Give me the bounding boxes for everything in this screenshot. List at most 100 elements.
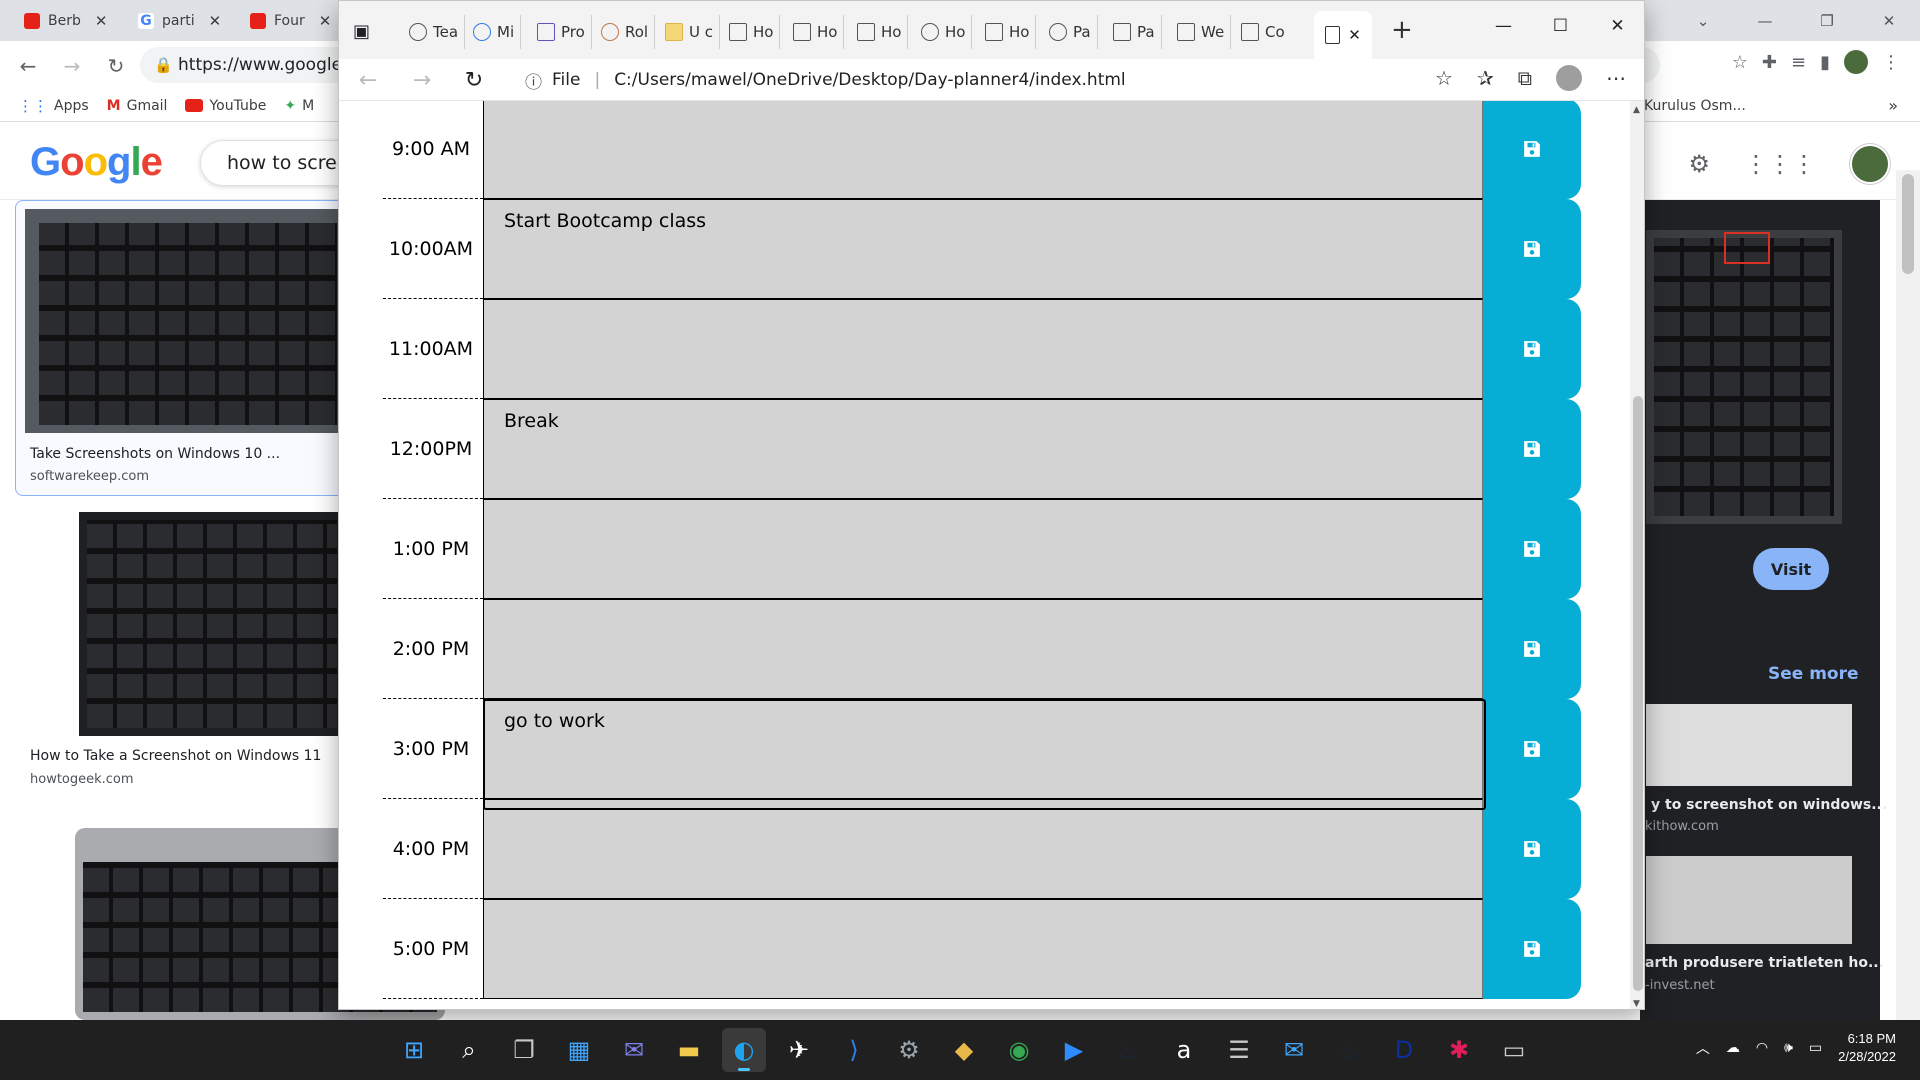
event-textarea[interactable] [483, 799, 1483, 899]
chrome-tab[interactable]: Berb ✕ [14, 8, 107, 34]
related-title[interactable]: arth produsere triatleten ho... [1645, 955, 1884, 971]
profile-avatar[interactable] [1844, 50, 1868, 74]
save-button[interactable] [1483, 499, 1581, 599]
settings-icon[interactable]: ⚙ [887, 1028, 931, 1072]
chrome-tab[interactable]: G parti ✕ [128, 8, 221, 34]
close-icon[interactable]: ✕ [319, 12, 332, 30]
star-icon[interactable]: ☆ [1732, 52, 1748, 73]
close-icon[interactable]: ✕ [209, 12, 222, 30]
forward-arrow-icon[interactable]: → [407, 65, 437, 95]
save-button[interactable] [1483, 101, 1581, 199]
related-thumbnail[interactable] [1646, 704, 1852, 786]
favorites-icon[interactable]: ✰ [1477, 66, 1494, 90]
result-title[interactable]: Take Screenshots on Windows 10 ... [30, 446, 280, 462]
bookmark-gmail[interactable]: M Gmail [107, 98, 168, 114]
edge-tab[interactable]: Mi [467, 15, 522, 49]
chrome-icon[interactable]: ◉ [997, 1028, 1041, 1072]
sidepanel-icon[interactable]: ▮ [1820, 52, 1830, 73]
file-explorer-icon[interactable]: ▬ [667, 1028, 711, 1072]
widgets-icon[interactable]: ▦ [557, 1028, 601, 1072]
chevron-down-icon[interactable]: ⌄ [1672, 0, 1734, 41]
reload-icon[interactable]: ↻ [98, 48, 134, 84]
save-button[interactable] [1483, 799, 1581, 899]
edge-tab[interactable]: Co [1235, 15, 1291, 49]
clock[interactable]: 6:18 PM 2/28/2022 [1838, 1030, 1896, 1066]
add-favorite-icon[interactable]: ☆ [1435, 66, 1453, 90]
edge-tab[interactable]: Rol [595, 15, 656, 49]
git-icon[interactable]: ◆ [942, 1028, 986, 1072]
more-menu-icon[interactable]: ⋯ [1606, 66, 1626, 90]
see-more-link[interactable]: See more [1768, 664, 1859, 684]
event-textarea[interactable]: Break [483, 399, 1483, 499]
battery-icon[interactable]: ▭ [1809, 1040, 1822, 1056]
apps-grid-icon[interactable]: ⋮⋮⋮ [1744, 150, 1816, 178]
collections-icon[interactable]: ⧉ [1518, 66, 1532, 90]
address-bar[interactable]: ⓘ File | C:/Users/mawel/OneDrive/Desktop… [525, 65, 1225, 95]
related-title[interactable]: y to screenshot on windows... [1651, 797, 1887, 813]
puzzle-icon[interactable]: ✚ [1762, 52, 1777, 73]
chrome-tab[interactable]: Four ✕ [240, 8, 331, 34]
search-icon[interactable]: ⌕ [447, 1028, 491, 1072]
bookmark-maps[interactable]: ✦ M [284, 98, 314, 114]
event-textarea[interactable]: Start Bootcamp class [483, 199, 1483, 299]
steam-icon[interactable]: ♨ [1107, 1028, 1151, 1072]
edge-tab[interactable]: Pa [1107, 15, 1162, 49]
scroll-up-icon[interactable]: ▲ [1633, 105, 1640, 115]
event-textarea[interactable] [483, 299, 1483, 399]
new-tab-button[interactable]: + [1391, 15, 1413, 45]
edge-tab[interactable]: Ho [915, 15, 973, 49]
bookmark-apps[interactable]: ⋮⋮ Apps [18, 97, 89, 115]
event-textarea[interactable] [483, 899, 1483, 999]
teams-chat-icon[interactable]: ✉ [612, 1028, 656, 1072]
close-icon[interactable]: ✕ [95, 12, 108, 30]
volume-icon[interactable]: 🕪 [1784, 1040, 1793, 1056]
zoom-icon[interactable]: ▶ [1052, 1028, 1096, 1072]
mail-icon[interactable]: ✉ [1272, 1028, 1316, 1072]
avatar[interactable] [1850, 144, 1890, 184]
page-scrollbar[interactable] [1896, 170, 1920, 1020]
scroll-down-icon[interactable]: ▼ [1633, 999, 1640, 1009]
disney-plus-icon[interactable]: D [1382, 1028, 1426, 1072]
reload-icon[interactable]: ↻ [459, 65, 489, 95]
gear-icon[interactable]: ⚙ [1688, 150, 1710, 178]
profile-avatar[interactable] [1556, 65, 1582, 91]
keyboard-thumbnail[interactable] [79, 512, 345, 736]
info-icon[interactable]: ⓘ [525, 68, 542, 93]
edge-tab-active[interactable]: ✕ [1314, 11, 1372, 59]
edge-tab[interactable]: Pro [531, 15, 592, 49]
minimize-icon[interactable]: — [1734, 0, 1796, 41]
visit-button[interactable]: Visit [1753, 548, 1829, 590]
chevron-up-icon[interactable]: ︿ [1696, 1038, 1710, 1058]
vscode-icon[interactable]: ⟩ [832, 1028, 876, 1072]
edge-tab[interactable]: Tea [403, 15, 466, 49]
tab-actions-icon[interactable]: ▣ [353, 21, 370, 42]
chevron-right-icon[interactable]: » [1888, 96, 1898, 115]
edge-tab[interactable]: Ho [851, 15, 909, 49]
edge-tab[interactable]: Pa [1043, 15, 1098, 49]
cloud-icon[interactable]: ☁ [1726, 1040, 1740, 1056]
wifi-icon[interactable]: ◠ [1756, 1040, 1768, 1056]
event-textarea[interactable] [483, 101, 1483, 199]
save-button[interactable] [1483, 899, 1581, 999]
queue-icon[interactable]: ≡ [1791, 52, 1806, 73]
event-textarea[interactable]: go to work [483, 699, 1483, 799]
feedback-icon[interactable]: ☰ [1217, 1028, 1261, 1072]
save-button[interactable] [1483, 699, 1581, 799]
page-scrollbar[interactable]: ▲ ▼ [1630, 101, 1644, 1009]
close-icon[interactable]: ✕ [1589, 1, 1644, 51]
restore-icon[interactable]: ❐ [1796, 0, 1858, 41]
bookmark-youtube[interactable]: YouTube [185, 98, 266, 114]
kebab-menu-icon[interactable]: ⋮ [1882, 52, 1900, 73]
minimize-icon[interactable]: — [1475, 1, 1532, 51]
edge-icon[interactable]: ◐ [722, 1028, 766, 1072]
google-logo[interactable]: Google [30, 140, 163, 185]
save-button[interactable] [1483, 299, 1581, 399]
event-textarea[interactable] [483, 599, 1483, 699]
steam-2-icon[interactable]: ♨ [1327, 1028, 1371, 1072]
edge-tab[interactable]: Ho [787, 15, 845, 49]
slack-icon[interactable]: ✱ [1437, 1028, 1481, 1072]
visual-studio-icon[interactable]: ✈ [777, 1028, 821, 1072]
bookmark-kurulus[interactable]: Kurulus Osm... [1644, 98, 1746, 114]
save-button[interactable] [1483, 599, 1581, 699]
start-icon[interactable]: ⊞ [392, 1028, 436, 1072]
